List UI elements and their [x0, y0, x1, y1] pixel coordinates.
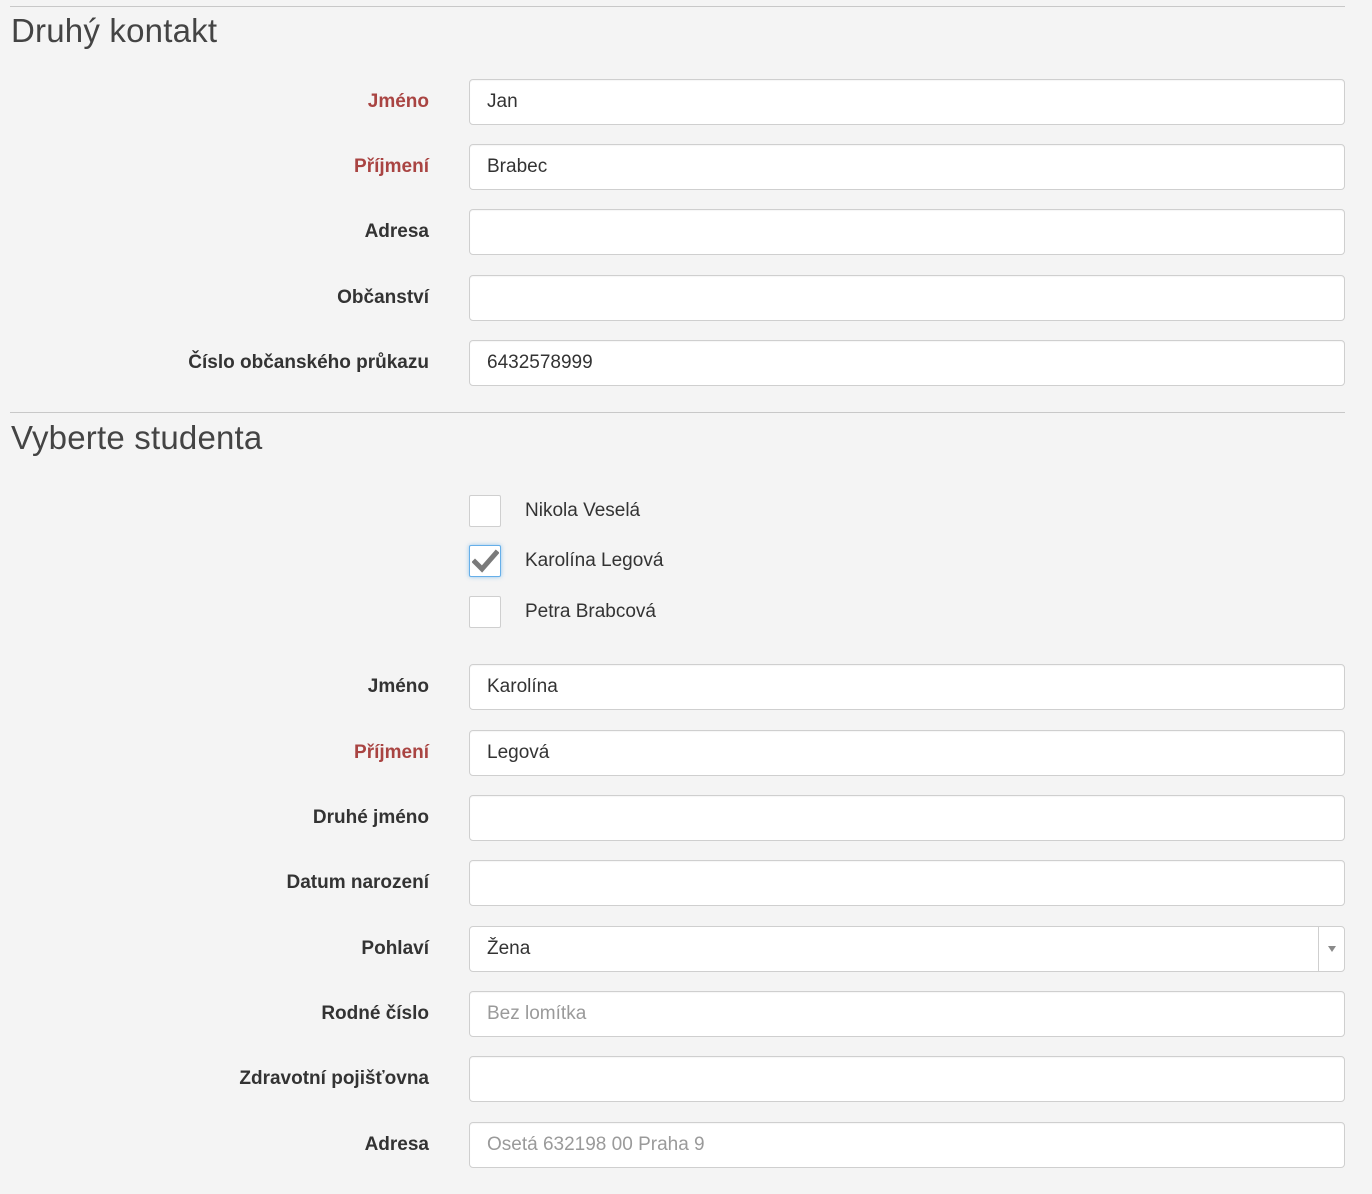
section-divider — [10, 6, 1345, 7]
student-last-name-label: Příjmení — [354, 742, 429, 763]
gender-select[interactable]: Žena — [469, 926, 1345, 972]
form-page: Druhý kontakt Jméno Příjmení Adresa Obča… — [0, 0, 1372, 1194]
student-address-input[interactable] — [469, 1122, 1345, 1168]
student-address-label: Adresa — [364, 1134, 429, 1155]
student-first-name-label: Jméno — [367, 676, 429, 697]
contact-id-number-input[interactable] — [469, 340, 1345, 386]
form-row-student-address: Adresa — [0, 1122, 1372, 1168]
form-row-student-insurance: Zdravotní pojišťovna — [0, 1056, 1372, 1102]
form-row-contact-last-name: Příjmení — [0, 144, 1372, 190]
chevron-down-icon[interactable] — [1328, 946, 1336, 952]
student-first-name-input[interactable] — [469, 664, 1345, 710]
contact-address-label: Adresa — [364, 221, 429, 242]
form-row-student-first-name: Jméno — [0, 664, 1372, 710]
contact-citizenship-label: Občanství — [337, 287, 429, 308]
student-gender-label: Pohlaví — [361, 938, 429, 959]
form-row-contact-citizenship: Občanství — [0, 275, 1372, 321]
student-middle-name-label: Druhé jméno — [312, 807, 429, 828]
section-title-select-student: Vyberte studenta — [11, 419, 263, 456]
student-birth-number-label: Rodné číslo — [321, 1003, 429, 1024]
contact-id-number-label: Číslo občanského průkazu — [188, 352, 429, 373]
student-checkbox[interactable] — [469, 596, 501, 628]
gender-select-value: Žena — [487, 938, 531, 959]
student-insurance-label: Zdravotní pojišťovna — [239, 1068, 429, 1089]
contact-last-name-input[interactable] — [469, 144, 1345, 190]
student-birth-date-input[interactable] — [469, 860, 1345, 906]
student-birth-number-input[interactable] — [469, 991, 1345, 1037]
student-option-label[interactable]: Nikola Veselá — [525, 495, 640, 527]
student-middle-name-input[interactable] — [469, 795, 1345, 841]
checkmark-icon — [472, 549, 499, 573]
form-row-student-last-name: Příjmení — [0, 730, 1372, 776]
form-row-student-gender: Pohlaví Žena — [0, 926, 1372, 972]
contact-first-name-label: Jméno — [367, 91, 429, 112]
student-option-label[interactable]: Karolína Legová — [525, 545, 663, 577]
student-option-label[interactable]: Petra Brabcová — [525, 596, 656, 628]
student-last-name-input[interactable] — [469, 730, 1345, 776]
form-row-student-birth-number: Rodné číslo — [0, 991, 1372, 1037]
student-birth-date-label: Datum narození — [286, 872, 429, 893]
section-title-second-contact: Druhý kontakt — [11, 12, 218, 49]
form-row-contact-id-number: Číslo občanského průkazu — [0, 340, 1372, 386]
form-row-contact-address: Adresa — [0, 209, 1372, 255]
contact-address-input[interactable] — [469, 209, 1345, 255]
form-row-student-middle-name: Druhé jméno — [0, 795, 1372, 841]
select-separator — [1318, 927, 1319, 971]
section-divider — [10, 412, 1345, 413]
form-row-student-birth-date: Datum narození — [0, 860, 1372, 906]
contact-citizenship-input[interactable] — [469, 275, 1345, 321]
form-row-contact-first-name: Jméno — [0, 79, 1372, 125]
student-checkbox-checked[interactable] — [469, 545, 501, 577]
student-insurance-input[interactable] — [469, 1056, 1345, 1102]
student-checkbox[interactable] — [469, 495, 501, 527]
contact-first-name-input[interactable] — [469, 79, 1345, 125]
contact-last-name-label: Příjmení — [354, 156, 429, 177]
